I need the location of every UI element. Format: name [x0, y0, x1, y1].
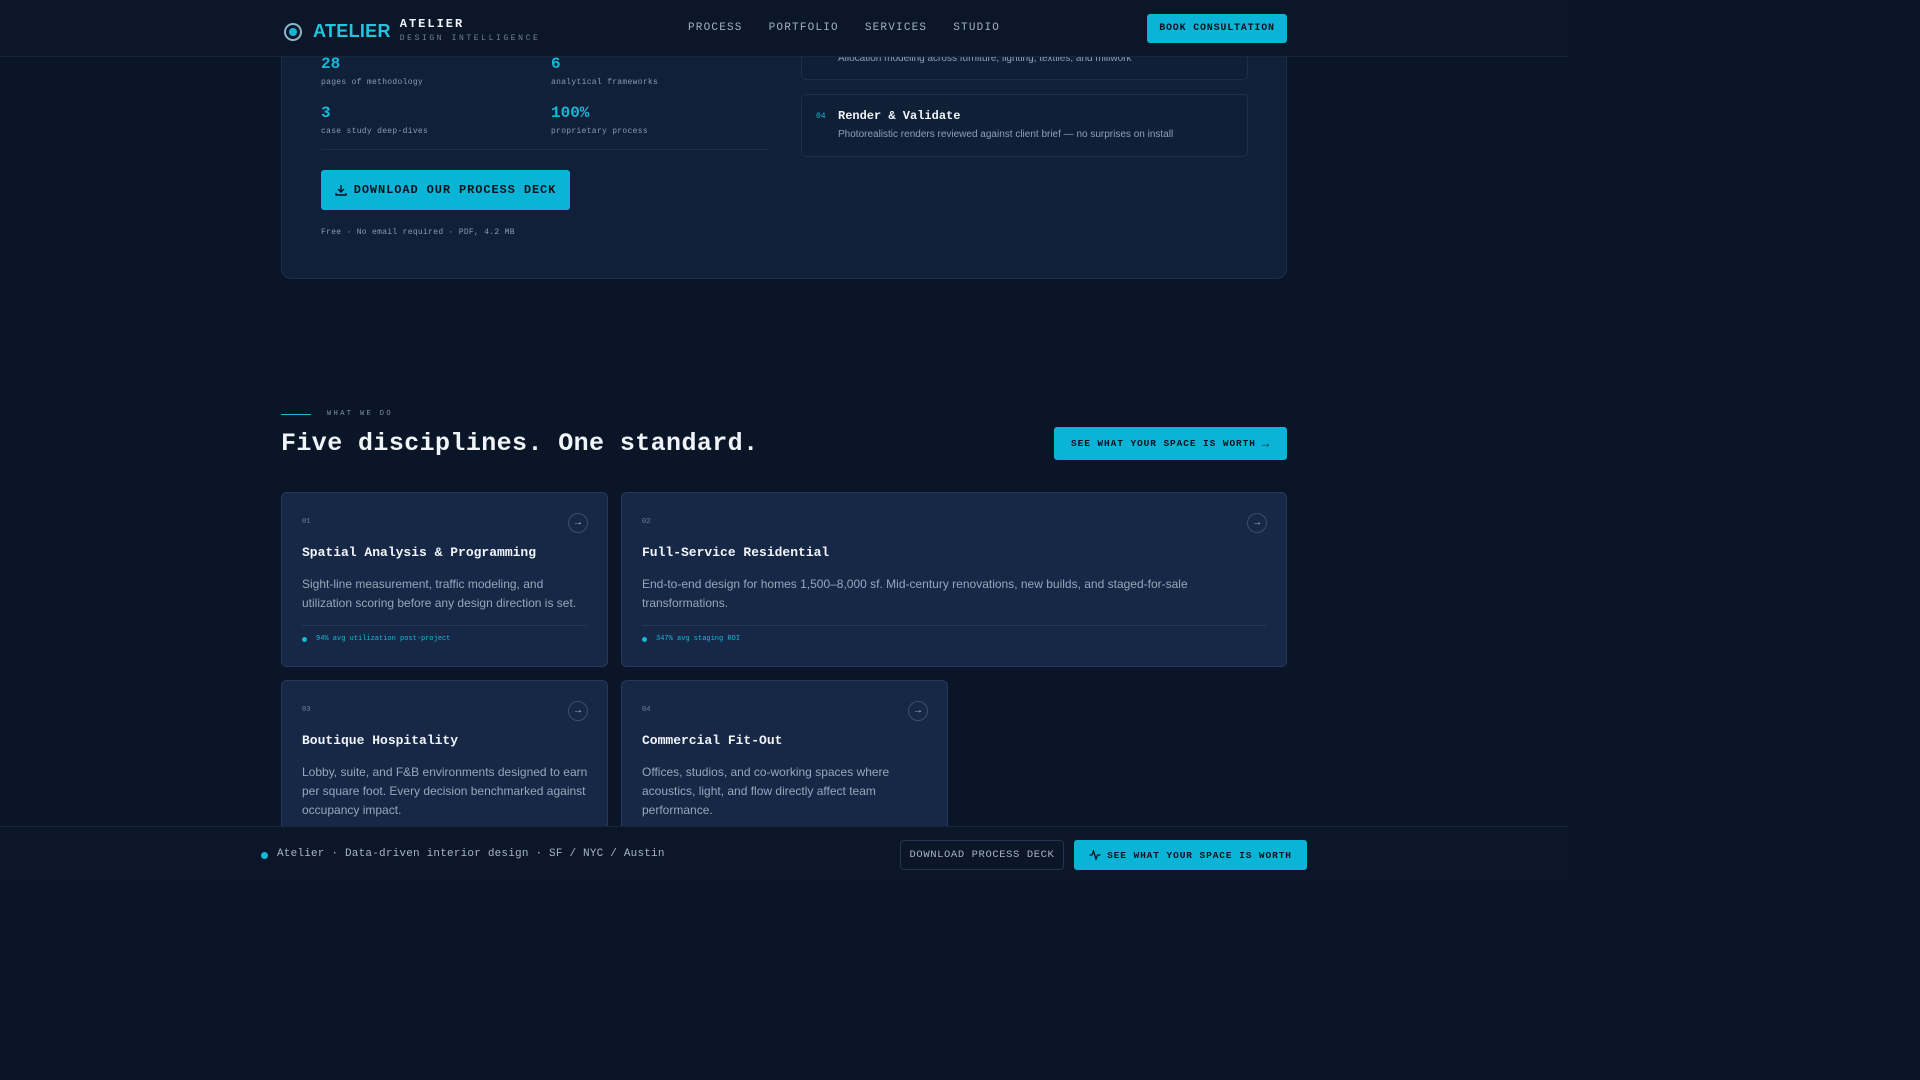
card-description: End-to-end design for homes 1,500–8,000 …: [642, 577, 1188, 610]
divider: [642, 625, 1266, 626]
space-worth-bar-button[interactable]: SEE WHAT YOUR SPACE IS WORTH: [1074, 840, 1307, 870]
card-description: Sight-line measurement, traffic modeling…: [302, 577, 577, 610]
step-description: Photorealistic renders reviewed against …: [838, 129, 1174, 140]
download-icon: [335, 185, 347, 196]
nav-studio[interactable]: STUDIO: [953, 22, 1000, 34]
brand-stack: ATELIER DESIGN INTELLIGENCE: [400, 17, 541, 45]
card-description: Offices, studios, and co-working spaces …: [642, 765, 890, 817]
book-consultation-button[interactable]: BOOK CONSULTATION: [1147, 14, 1287, 43]
discipline-card[interactable]: 02 → Full-Service Residential End-to-end…: [621, 492, 1287, 667]
section-eyebrow: WHAT WE DO: [327, 410, 394, 418]
section-title: Five disciplines. One standard.: [281, 429, 759, 458]
card-metric: 347% avg staging ROI: [642, 635, 740, 643]
download-deck-label: DOWNLOAD OUR PROCESS DECK: [353, 183, 557, 197]
divider: [321, 149, 768, 150]
stat-value: 100%: [551, 104, 590, 122]
eyebrow-line: [281, 414, 311, 415]
arrow-right-icon[interactable]: →: [568, 513, 588, 533]
card-metric-text: 347% avg staging ROI: [656, 635, 741, 643]
main-nav: PROCESS PORTFOLIO SERVICES STUDIO: [688, 22, 1000, 34]
card-number: 01: [302, 518, 311, 526]
stat-case-studies: 3 case study deep-dives: [321, 104, 428, 136]
card-title: Spatial Analysis & Programming: [302, 545, 537, 560]
process-step: 04 Render & Validate Photorealistic rend…: [801, 94, 1248, 157]
brand-wordmark: ATELIER: [313, 20, 391, 41]
discipline-card[interactable]: 01 → Spatial Analysis & Programming Sigh…: [281, 492, 608, 667]
stat-label: analytical frameworks: [551, 78, 659, 87]
brand-subtitle: DESIGN INTELLIGENCE: [399, 34, 541, 43]
stat-label: proprietary process: [551, 127, 648, 136]
card-title: Boutique Hospitality: [302, 733, 459, 748]
stat-value: 28: [321, 55, 341, 73]
download-deck-button[interactable]: DOWNLOAD OUR PROCESS DECK: [321, 170, 570, 210]
card-number: 02: [642, 518, 651, 526]
card-title: Full-Service Residential: [642, 545, 830, 560]
stat-proprietary: 100% proprietary process: [551, 104, 648, 136]
card-metric-text: 94% avg utilization post-project: [316, 635, 451, 643]
arrow-right-icon[interactable]: →: [908, 701, 928, 721]
status-dot: [261, 852, 268, 859]
step-number: 04: [816, 112, 826, 121]
card-number: 03: [302, 706, 311, 714]
divider: [302, 625, 587, 626]
sticky-cta-bar: Atelier · Data-driven interior design · …: [0, 826, 1568, 882]
logo-icon: [284, 23, 302, 41]
space-worth-bar-label: SEE WHAT YOUR SPACE IS WORTH: [1107, 849, 1292, 861]
download-process-deck-button[interactable]: DOWNLOAD PROCESS DECK: [900, 840, 1064, 870]
bar-tagline: Atelier · Data-driven interior design · …: [277, 848, 665, 860]
card-metric: 94% avg utilization post-project: [302, 635, 450, 643]
space-worth-button[interactable]: SEE WHAT YOUR SPACE IS WORTH →: [1054, 427, 1287, 460]
stat-label: case study deep-dives: [321, 127, 429, 136]
site-header: ATELIER ATELIER DESIGN INTELLIGENCE PROC…: [0, 0, 1568, 57]
arrow-right-icon: →: [1261, 436, 1270, 451]
step-title: Render & Validate: [838, 109, 961, 123]
brand-title: ATELIER: [399, 17, 465, 31]
download-note: Free · No email required · PDF, 4.2 MB: [321, 228, 515, 237]
card-description: Lobby, suite, and F&B environments desig…: [302, 765, 588, 817]
card-title: Commercial Fit-Out: [642, 733, 783, 748]
nav-process[interactable]: PROCESS: [688, 22, 743, 34]
stat-frameworks: 6 analytical frameworks: [551, 55, 658, 87]
stat-value: 6: [551, 55, 561, 73]
nav-portfolio[interactable]: PORTFOLIO: [769, 22, 839, 34]
card-number: 04: [642, 706, 651, 714]
space-worth-label: SEE WHAT YOUR SPACE IS WORTH: [1071, 438, 1256, 449]
nav-services[interactable]: SERVICES: [865, 22, 927, 34]
arrow-right-icon[interactable]: →: [1247, 513, 1267, 533]
arrow-right-icon[interactable]: →: [568, 701, 588, 721]
stat-label: pages of methodology: [321, 78, 424, 87]
status-dot: [302, 636, 307, 642]
pulse-icon: [1089, 849, 1101, 861]
stat-value: 3: [321, 104, 331, 122]
status-dot: [642, 636, 647, 642]
stat-pages: 28 pages of methodology: [321, 55, 423, 87]
brand[interactable]: ATELIER ATELIER DESIGN INTELLIGENCE: [284, 17, 540, 45]
